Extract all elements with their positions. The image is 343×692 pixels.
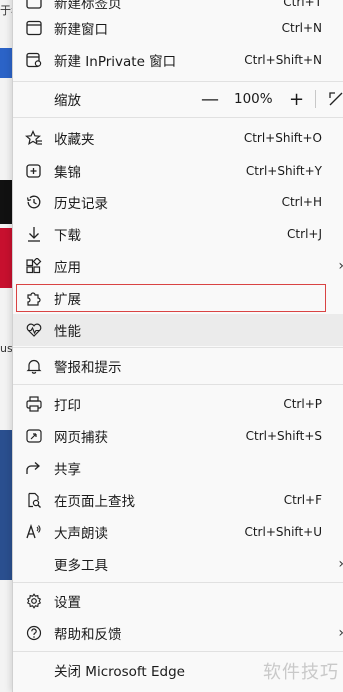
window-icon xyxy=(26,20,42,36)
menu-separator xyxy=(13,384,343,385)
chevron-right-icon: › xyxy=(338,258,343,274)
help-question-icon xyxy=(26,625,42,641)
menu-item-settings[interactable]: 设置 xyxy=(13,585,343,617)
menu-item-favorites[interactable]: 收藏夹 Ctrl+Shift+O xyxy=(13,122,343,154)
print-label: 打印 xyxy=(54,398,81,414)
print-shortcut: Ctrl+P xyxy=(283,397,322,411)
inprivate-window-icon xyxy=(26,52,42,68)
zoom-label: 缩放 xyxy=(54,93,81,109)
download-icon xyxy=(28,227,40,242)
menu-item-performance[interactable]: 性能 xyxy=(13,314,343,346)
menu-item-new-inprivate-window[interactable]: 新建 InPrivate 窗口 Ctrl+Shift+N xyxy=(13,44,343,76)
highlight-box xyxy=(16,284,326,312)
downloads-shortcut: Ctrl+J xyxy=(287,227,322,241)
downloads-label: 下载 xyxy=(54,228,81,244)
history-clock-icon xyxy=(26,195,41,209)
printer-icon xyxy=(26,396,42,412)
menu-item-print[interactable]: 打印 Ctrl+P xyxy=(13,388,343,420)
more-tools-label: 更多工具 xyxy=(54,558,108,574)
settings-label: 设置 xyxy=(54,595,81,611)
menu-item-alerts[interactable]: 警报和提示 xyxy=(13,350,343,382)
menu-separator xyxy=(13,81,343,82)
read-aloud-shortcut: Ctrl+Shift+U xyxy=(244,525,322,539)
close-edge-label: 关闭 Microsoft Edge xyxy=(54,664,185,680)
menu-item-zoom: 缩放 — 100% + xyxy=(13,83,343,115)
favorites-shortcut: Ctrl+Shift+O xyxy=(243,131,322,145)
zoom-out-button[interactable]: — xyxy=(201,89,219,110)
new-window-shortcut: Ctrl+N xyxy=(281,21,322,35)
menu-separator xyxy=(13,651,343,652)
read-aloud-icon xyxy=(26,524,41,539)
menu-item-more-tools[interactable]: 更多工具 › xyxy=(13,548,343,580)
menu-item-history[interactable]: 历史记录 Ctrl+H xyxy=(13,186,343,218)
find-on-page-shortcut: Ctrl+F xyxy=(283,493,322,507)
collections-icon xyxy=(26,164,41,178)
share-icon xyxy=(26,462,40,474)
performance-heart-icon xyxy=(26,323,42,337)
history-label: 历史记录 xyxy=(54,196,108,212)
menu-item-find-on-page[interactable]: 在页面上查找 Ctrl+F xyxy=(13,484,343,516)
menu-item-web-capture[interactable]: 网页捕获 Ctrl+Shift+S xyxy=(13,420,343,452)
new-tab-icon xyxy=(26,0,42,9)
collections-shortcut: Ctrl+Shift+Y xyxy=(245,164,322,178)
watermark: 软件技巧 xyxy=(263,662,339,683)
help-feedback-label: 帮助和反馈 xyxy=(54,627,122,643)
background-image-block xyxy=(0,430,12,580)
zoom-divider xyxy=(315,90,316,108)
favorites-star-icon xyxy=(25,130,42,146)
new-inprivate-label: 新建 InPrivate 窗口 xyxy=(54,54,177,70)
fullscreen-icon[interactable] xyxy=(327,90,343,108)
menu-separator xyxy=(13,582,343,583)
share-label: 共享 xyxy=(54,462,81,478)
web-capture-icon xyxy=(26,429,42,443)
background-image-block xyxy=(0,228,12,288)
chevron-right-icon: › xyxy=(338,556,343,572)
apps-grid-icon xyxy=(26,258,42,274)
favorites-label: 收藏夹 xyxy=(54,132,95,148)
gear-icon xyxy=(26,593,42,609)
find-on-page-icon xyxy=(28,492,41,508)
collections-label: 集锦 xyxy=(54,165,81,181)
background-image-block xyxy=(0,180,12,224)
menu-separator xyxy=(13,117,343,118)
menu-item-help-feedback[interactable]: 帮助和反馈 › xyxy=(13,617,343,649)
menu-item-apps[interactable]: 应用 › xyxy=(13,250,343,282)
alerts-label: 警报和提示 xyxy=(54,360,122,376)
background-text-fragment: us xyxy=(0,342,13,355)
chevron-right-icon: › xyxy=(338,625,343,641)
web-capture-shortcut: Ctrl+Shift+S xyxy=(245,429,322,443)
menu-item-collections[interactable]: 集锦 Ctrl+Shift+Y xyxy=(13,155,343,187)
zoom-in-button[interactable]: + xyxy=(289,89,304,110)
bell-icon xyxy=(26,359,42,374)
menu-item-share[interactable]: 共享 xyxy=(13,452,343,484)
read-aloud-label: 大声朗读 xyxy=(54,526,108,542)
performance-label: 性能 xyxy=(54,324,81,340)
background-image-block xyxy=(0,48,12,78)
menu-item-downloads[interactable]: 下载 Ctrl+J xyxy=(13,218,343,250)
find-on-page-label: 在页面上查找 xyxy=(54,494,135,510)
zoom-level-value: 100% xyxy=(234,91,273,107)
web-capture-label: 网页捕获 xyxy=(54,430,108,446)
apps-label: 应用 xyxy=(54,260,81,276)
history-shortcut: Ctrl+H xyxy=(281,195,322,209)
new-window-label: 新建窗口 xyxy=(54,22,108,38)
menu-item-read-aloud[interactable]: 大声朗读 Ctrl+Shift+U xyxy=(13,516,343,548)
new-inprivate-shortcut: Ctrl+Shift+N xyxy=(244,53,322,67)
browser-settings-menu: 新建标签页 Ctrl+T 新建窗口 Ctrl+N 新建 InPrivate 窗口… xyxy=(12,0,343,692)
menu-separator xyxy=(13,347,343,348)
menu-item-new-window[interactable]: 新建窗口 Ctrl+N xyxy=(13,12,343,44)
